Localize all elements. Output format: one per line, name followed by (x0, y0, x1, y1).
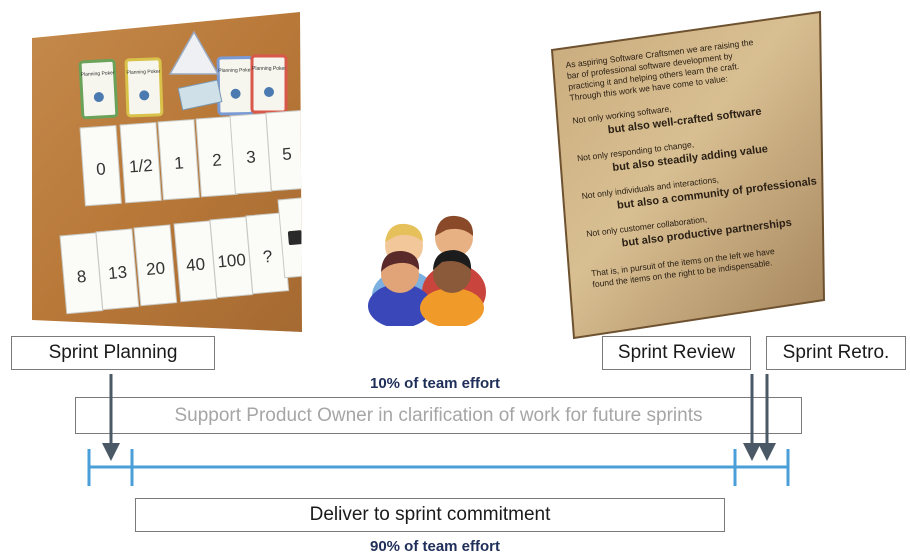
svg-text:?: ? (262, 247, 273, 267)
planning-poker-photo: Planning Poker Planning Poker Planning Pok… (32, 12, 302, 332)
sprint-planning-text: Sprint Planning (48, 342, 178, 363)
sprint-review-text: Sprint Review (617, 342, 736, 363)
poker-card: 1/2 (119, 121, 162, 204)
poker-card: 1 (157, 118, 200, 201)
poker-card: 8 (59, 232, 104, 315)
sprint-timeline (87, 374, 790, 486)
effort-bottom-label: 90% of team effort (369, 538, 501, 555)
craftsmanship-manifesto-image: As aspiring Software Craftsmen we are ra… (550, 10, 826, 340)
poker-card: 13 (95, 228, 140, 311)
svg-text:0: 0 (96, 159, 107, 179)
svg-text:100: 100 (217, 250, 247, 271)
sprint-retro-text: Sprint Retro. (782, 342, 890, 363)
sprint-review-label: Sprint Review (602, 336, 751, 370)
svg-text:Planning Poker: Planning Poker (218, 67, 252, 74)
team-people-icon (368, 215, 486, 326)
sprint-retro-label: Sprint Retro. (766, 336, 906, 370)
poker-card: 0 (79, 124, 122, 207)
poker-card: 5 (265, 109, 302, 192)
poker-card: 20 (133, 224, 178, 307)
planning-poker-header-card: Planning Poker (78, 58, 119, 120)
planning-poker-header-card: Planning Poker (124, 57, 164, 118)
deliver-sprint-commitment-box: Deliver to sprint commitment (135, 498, 725, 532)
svg-text:Planning Poker: Planning Poker (252, 66, 286, 72)
sprint-planning-label: Sprint Planning (11, 336, 215, 370)
planning-poker-header-card: Planning Poker (250, 54, 288, 114)
svg-text:20: 20 (145, 258, 166, 279)
svg-text:1: 1 (174, 153, 185, 173)
svg-text:Planning Poker: Planning Poker (126, 69, 160, 76)
svg-text:40: 40 (185, 254, 206, 275)
svg-text:8: 8 (76, 267, 87, 287)
deliver-sprint-commitment-text: Deliver to sprint commitment (309, 504, 551, 525)
svg-text:3: 3 (246, 147, 257, 167)
svg-text:13: 13 (107, 262, 128, 283)
poker-card: 100 (209, 216, 254, 299)
poker-card: 3 (229, 112, 272, 195)
poker-card: 40 (173, 220, 218, 303)
svg-text:2: 2 (212, 150, 223, 170)
planning-poker-header-card: Planning Poker (216, 55, 255, 116)
svg-text:5: 5 (282, 144, 293, 164)
svg-text:1/2: 1/2 (128, 156, 153, 177)
